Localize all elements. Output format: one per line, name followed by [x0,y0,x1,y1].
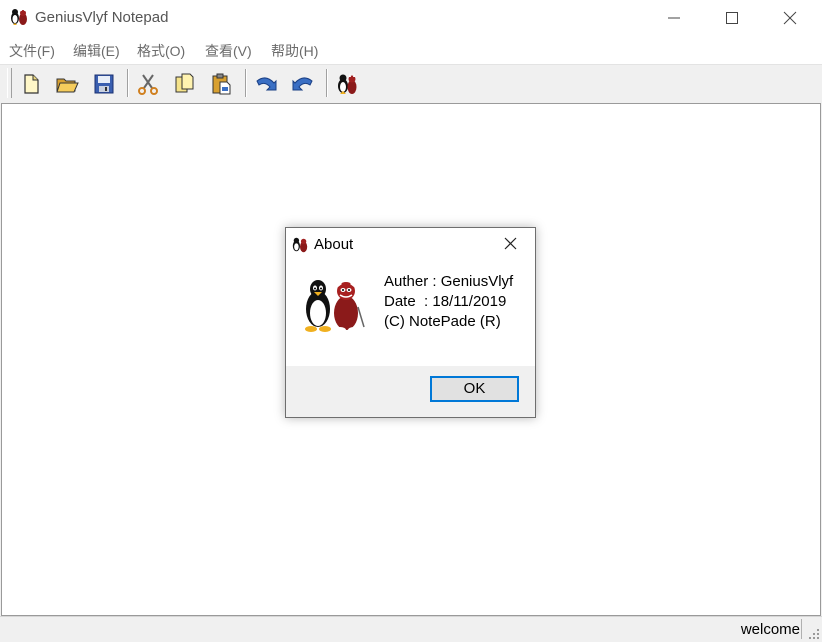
window-title: GeniusVlyf Notepad [35,9,169,26]
dialog-title-bar[interactable]: About [286,228,535,259]
new-file-icon [24,74,39,94]
menu-edit[interactable]: 编辑(E) [73,41,120,61]
redo-icon [292,77,313,91]
dialog-date-line: Date : 18/11/2019 [384,293,507,310]
dialog-body: Auther : GeniusVlyf Date : 18/11/2019 (C… [286,259,535,366]
dialog-mascot-icon [292,237,308,253]
minimize-icon [668,17,680,19]
minimize-button[interactable] [645,0,703,36]
dialog-close-button[interactable] [491,230,531,257]
status-separator [801,619,802,639]
menu-file[interactable]: 文件(F) [9,41,55,61]
open-folder-icon [56,78,79,93]
undo-icon [256,77,277,91]
about-dialog: About Auther: GeniusVlyf Date: 18/11/2… [285,227,536,418]
menu-format[interactable]: 格式(O) [137,41,185,61]
resize-grip-icon[interactable] [808,628,820,640]
title-bar[interactable]: GeniusVlyf Notepad [0,0,822,36]
paste-icon [212,73,231,95]
status-bar: welcome [0,616,822,642]
about-icon [338,73,357,94]
toolbar-separator [326,69,328,97]
paste-button[interactable] [207,69,237,99]
save-button[interactable] [89,69,119,99]
redo-button[interactable] [288,69,318,99]
maximize-icon [726,12,738,24]
about-button[interactable] [332,69,362,99]
toolbar-separator [245,69,247,97]
cut-button[interactable] [133,69,163,99]
cut-icon [138,74,158,95]
close-button[interactable] [761,0,819,36]
save-icon [94,74,114,94]
menu-view[interactable]: 查看(V) [205,41,252,61]
menu-bar: 文件(F) 编辑(E) 格式(O) 查看(V) 帮助(H) [0,36,822,64]
close-icon [783,11,797,25]
dialog-copyright-line: (C) NotePade (R) [384,313,501,330]
open-button[interactable] [52,69,82,99]
copy-icon [175,73,194,93]
copy-button[interactable] [170,69,200,99]
toolbar-grip[interactable] [7,68,12,98]
ok-button[interactable]: OK [430,376,519,402]
notepad-window: GeniusVlyf Notepad 文件(F) 编辑(E) 格式(O) 查看(… [0,0,822,642]
menu-help[interactable]: 帮助(H) [271,41,318,61]
status-text: welcome [740,621,800,638]
close-icon [504,237,517,250]
maximize-button[interactable] [703,0,761,36]
tux-and-beastie-image [305,278,365,333]
toolbar-separator [127,69,129,97]
new-file-button[interactable] [16,69,46,99]
app-mascot-icon [11,8,27,25]
dialog-author-line: Auther : GeniusVlyf [384,273,514,290]
undo-button[interactable] [251,69,281,99]
toolbar [0,64,822,103]
dialog-title: About [314,236,354,253]
